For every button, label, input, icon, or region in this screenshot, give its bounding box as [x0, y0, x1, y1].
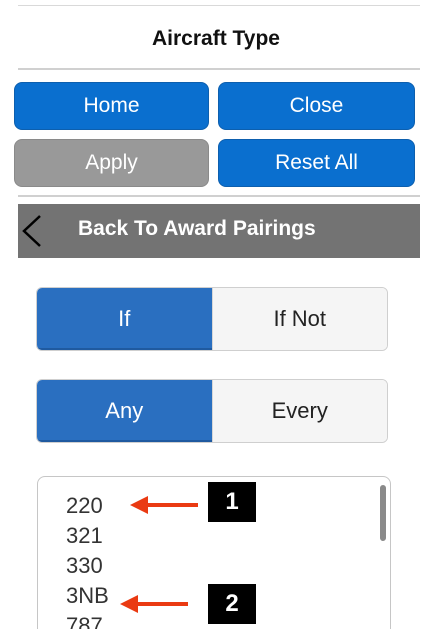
- list-item-787[interactable]: 787: [66, 613, 103, 629]
- reset-all-button[interactable]: Reset All: [218, 139, 415, 187]
- list-item-3nb[interactable]: 3NB: [66, 583, 109, 609]
- actions-divider: [18, 195, 420, 197]
- list-item-330[interactable]: 330: [66, 553, 103, 579]
- apply-button[interactable]: Apply: [14, 139, 209, 187]
- list-item-220[interactable]: 220: [66, 493, 103, 519]
- callout-arrow-1: [130, 496, 198, 514]
- toggle-option-if[interactable]: If: [37, 288, 212, 350]
- callout-badge-2: 2: [208, 584, 256, 624]
- condition-toggle: If If Not: [36, 287, 388, 351]
- toggle-option-if-not[interactable]: If Not: [211, 288, 387, 350]
- page-title: Aircraft Type: [152, 27, 280, 50]
- callout-arrow-2: [120, 595, 188, 613]
- toggle-option-every[interactable]: Every: [211, 380, 387, 442]
- list-item-321[interactable]: 321: [66, 523, 103, 549]
- list-scrollbar[interactable]: [380, 483, 386, 629]
- match-toggle: Any Every: [36, 379, 388, 443]
- list-scrollbar-thumb[interactable]: [380, 485, 386, 541]
- back-to-award-pairings-bar[interactable]: Back To Award Pairings: [18, 204, 420, 258]
- back-to-award-pairings-label: Back To Award Pairings: [78, 217, 316, 240]
- callout-badge-1: 1: [208, 482, 256, 522]
- chevron-left-icon: [22, 215, 41, 247]
- top-divider: [18, 5, 420, 6]
- home-button[interactable]: Home: [14, 82, 209, 130]
- toggle-option-any[interactable]: Any: [37, 380, 212, 442]
- close-button[interactable]: Close: [218, 82, 415, 130]
- header-divider: [18, 68, 420, 70]
- aircraft-type-screen: Aircraft Type Home Close Apply Reset All…: [0, 0, 432, 629]
